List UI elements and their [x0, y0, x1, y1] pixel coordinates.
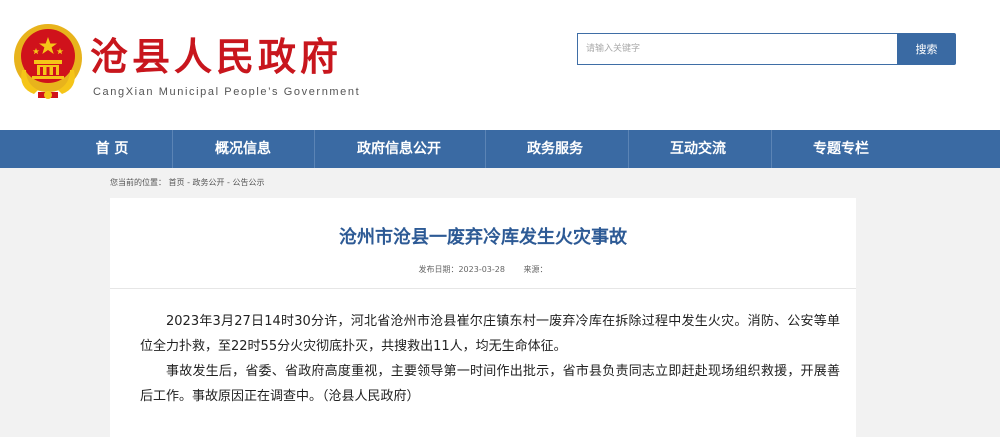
- main-nav: 首 页 概况信息 政府信息公开 政务服务 互动交流 专题专栏: [0, 130, 1000, 168]
- nav-divider: [172, 130, 173, 168]
- nav-divider: [485, 130, 486, 168]
- nav-item-interaction[interactable]: 互动交流: [648, 130, 748, 168]
- article-title: 沧州市沧县一废弃冷库发生火灾事故: [339, 227, 627, 248]
- publish-date: 发布日期：2023-03-28: [418, 265, 505, 274]
- search-input[interactable]: [577, 33, 897, 65]
- article-panel: 沧州市沧县一废弃冷库发生火灾事故 发布日期：2023-03-28 来源： 202…: [110, 198, 856, 437]
- nav-divider: [771, 130, 772, 168]
- article-source: 来源：: [523, 265, 548, 274]
- search-button[interactable]: 搜索: [897, 33, 956, 65]
- title-divider: [110, 288, 856, 289]
- nav-item-gov-info-public[interactable]: 政府信息公开: [329, 130, 469, 168]
- nav-item-home[interactable]: 首 页: [62, 130, 162, 168]
- national-emblem-icon: [14, 24, 82, 99]
- breadcrumb: 您当前的位置： 首页 - 政务公开 - 公告公示: [110, 178, 265, 187]
- site-header: 沧县人民政府 CangXian Municipal People’s Gover…: [0, 0, 1000, 130]
- article-meta: 发布日期：2023-03-28 来源：: [110, 265, 856, 275]
- nav-divider: [628, 130, 629, 168]
- site-subtitle: CangXian Municipal People’s Government: [93, 86, 361, 98]
- article-paragraph: 事故发生后，省委、省政府高度重视，主要领导第一时间作出批示，省市县负责同志立即赶…: [140, 364, 840, 404]
- site-title: 沧县人民政府: [90, 34, 343, 79]
- nav-item-gov-services[interactable]: 政务服务: [505, 130, 605, 168]
- article-body: 2023年3月27日14时30分许，河北省沧州市沧县崔尔庄镇东村一废弃冷库在拆除…: [140, 309, 840, 409]
- nav-divider: [314, 130, 315, 168]
- nav-item-special-topics[interactable]: 专题专栏: [791, 130, 891, 168]
- nav-item-overview[interactable]: 概况信息: [193, 130, 293, 168]
- article-paragraph: 2023年3月27日14时30分许，河北省沧州市沧县崔尔庄镇东村一废弃冷库在拆除…: [140, 314, 840, 354]
